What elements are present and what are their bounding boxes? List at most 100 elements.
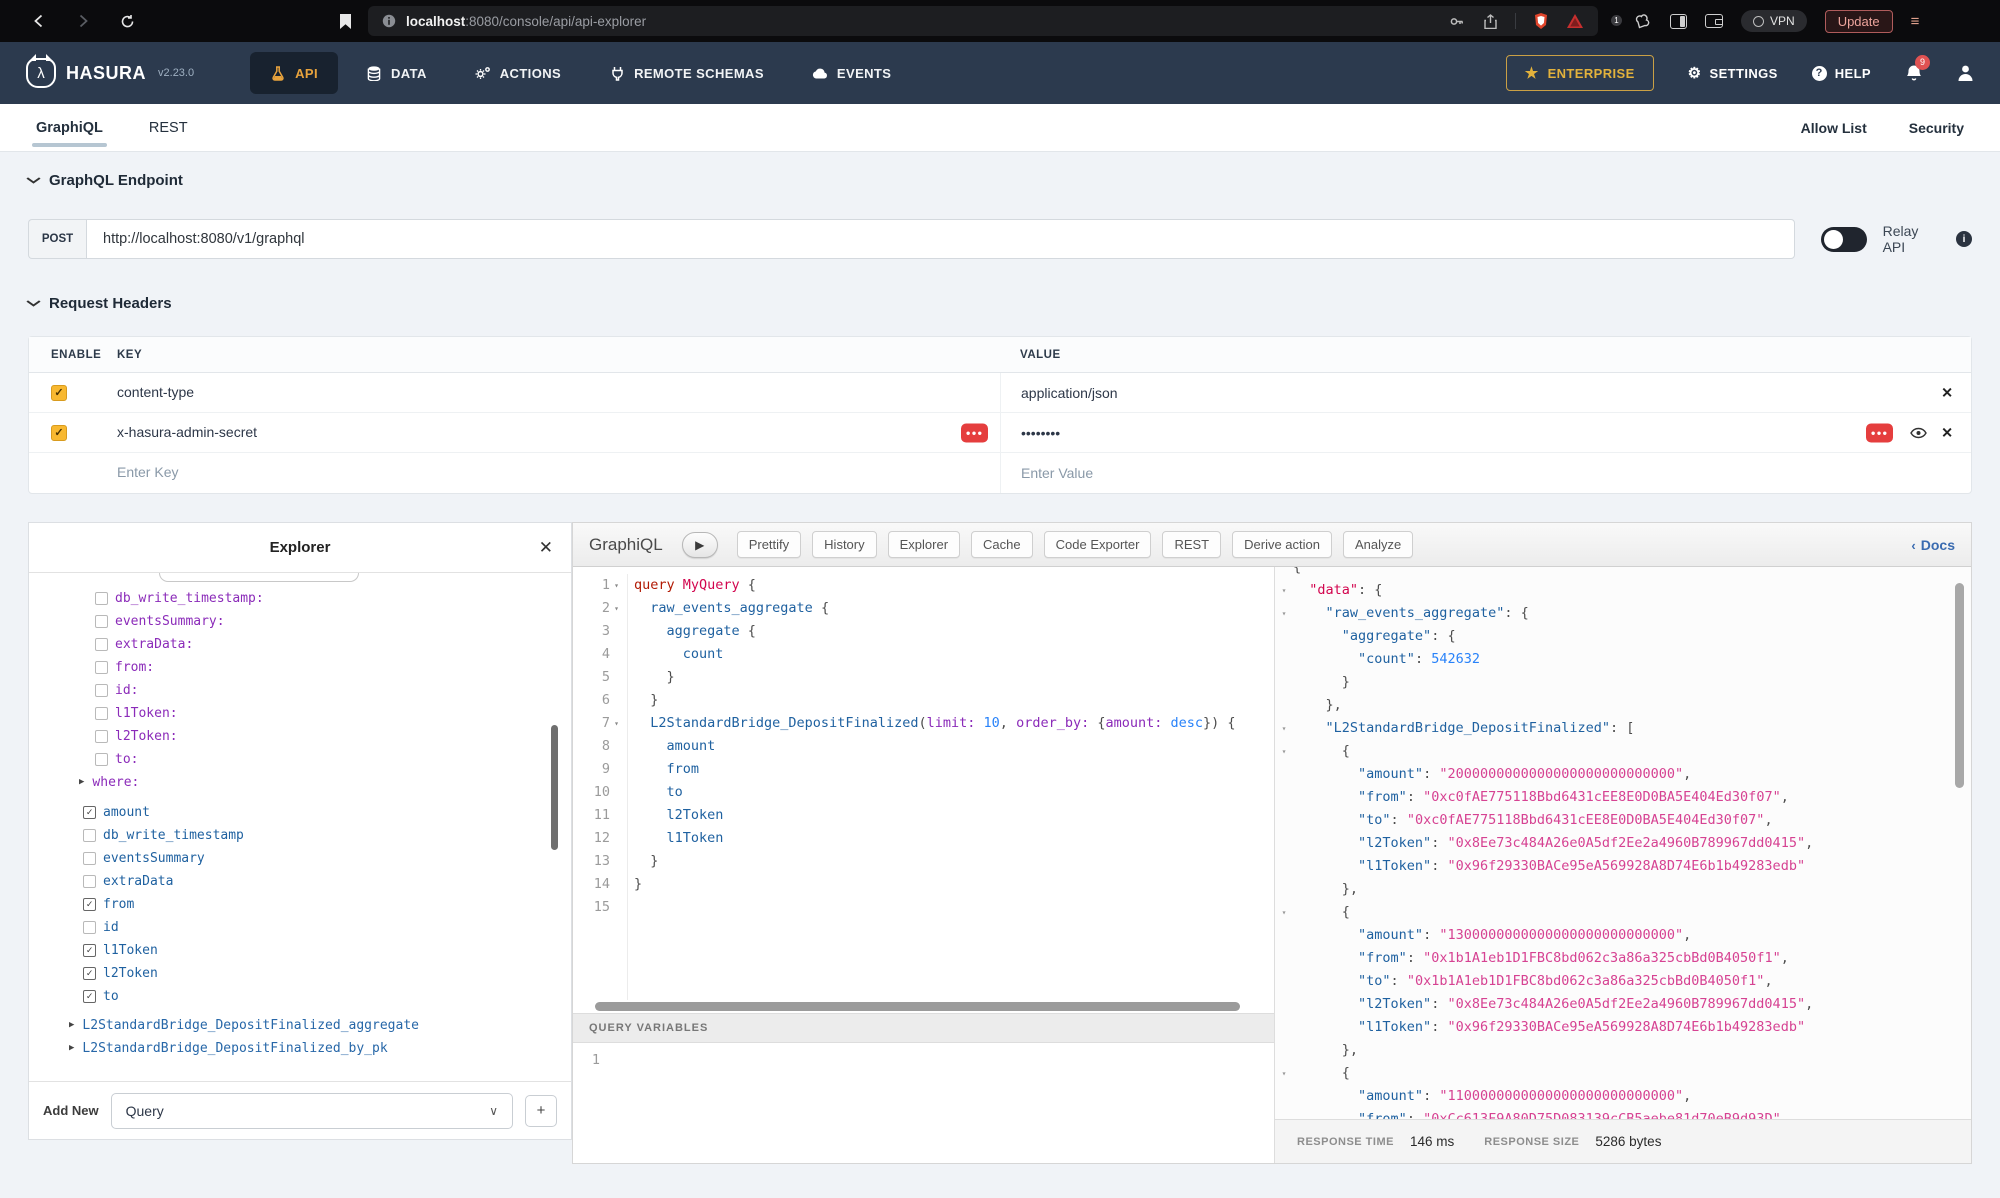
field-checkbox[interactable] — [95, 707, 108, 720]
explorer-expandable-item[interactable]: ▶L2StandardBridge_DepositFinalized_aggre… — [29, 1014, 571, 1037]
profile-button[interactable] — [1957, 64, 1974, 82]
field-checkbox[interactable]: ✓ — [83, 806, 96, 819]
masked-dots-badge[interactable]: ●●● — [961, 423, 988, 442]
explorer-field-item[interactable]: ✓l2Token — [29, 962, 571, 985]
new-key-input[interactable]: Enter Key — [117, 464, 178, 480]
explorer-arg-item[interactable]: to: — [29, 748, 571, 771]
horizontal-scrollbar[interactable] — [573, 1000, 1274, 1013]
toolbar-button-history[interactable]: History — [812, 531, 876, 558]
field-checkbox[interactable] — [95, 592, 108, 605]
header-key-input[interactable]: x-hasura-admin-secret — [117, 424, 257, 440]
nav-item-actions[interactable]: ACTIONS — [455, 52, 581, 94]
key-icon[interactable] — [1447, 12, 1465, 30]
toolbar-button-derive-action[interactable]: Derive action — [1232, 531, 1332, 558]
response-scrollbar[interactable] — [1955, 583, 1964, 788]
brave-shield-icon[interactable] — [1532, 12, 1550, 30]
reload-icon[interactable] — [118, 12, 136, 30]
graphql-endpoint-section-header[interactable]: GraphQL Endpoint — [28, 172, 1972, 189]
security-link[interactable]: Security — [1909, 120, 1964, 136]
relay-api-toggle[interactable] — [1821, 227, 1867, 252]
toolbar-button-rest[interactable]: REST — [1162, 531, 1221, 558]
add-new-select[interactable]: Query ∨ — [111, 1093, 513, 1129]
remove-header-icon[interactable]: ✕ — [1941, 384, 1953, 401]
toolbar-button-prettify[interactable]: Prettify — [737, 531, 801, 558]
field-checkbox[interactable] — [95, 730, 108, 743]
execute-query-button[interactable]: ▶ — [682, 532, 718, 558]
url-bar[interactable]: localhost:8080/console/api/api-explorer — [368, 6, 1598, 36]
forward-icon[interactable] — [74, 12, 92, 30]
wallet-icon[interactable] — [1705, 14, 1723, 28]
query-variables-header[interactable]: QUERY VARIABLES — [573, 1013, 1274, 1043]
menu-icon[interactable]: ≡ — [1911, 13, 1921, 30]
update-button[interactable]: Update — [1825, 10, 1893, 33]
share-icon[interactable] — [1481, 12, 1499, 30]
docs-button[interactable]: ‹Docs — [1911, 537, 1955, 553]
field-checkbox[interactable]: ✓ — [83, 898, 96, 911]
header-value-input[interactable]: •••••••• — [1021, 425, 1060, 441]
toolbar-button-cache[interactable]: Cache — [971, 531, 1033, 558]
field-checkbox[interactable]: ✓ — [83, 944, 96, 957]
extension-icon[interactable] — [1634, 12, 1652, 30]
help-button[interactable]: ? HELP — [1812, 66, 1871, 81]
header-value-input[interactable]: application/json — [1021, 385, 1118, 401]
nav-item-data[interactable]: DATA — [346, 52, 447, 94]
masked-dots-badge[interactable]: ●●● — [1866, 423, 1893, 442]
toolbar-button-explorer[interactable]: Explorer — [888, 531, 960, 558]
explorer-where-item[interactable]: ▶ where: — [29, 771, 571, 794]
explorer-scrollbar[interactable] — [551, 725, 558, 850]
field-checkbox[interactable] — [83, 852, 96, 865]
field-checkbox[interactable] — [95, 661, 108, 674]
field-checkbox[interactable] — [83, 829, 96, 842]
toolbar-button-analyze[interactable]: Analyze — [1343, 531, 1413, 558]
remove-header-icon[interactable]: ✕ — [1941, 424, 1953, 441]
bookmark-icon[interactable] — [336, 12, 354, 30]
field-checkbox[interactable] — [95, 753, 108, 766]
field-checkbox[interactable] — [83, 875, 96, 888]
explorer-expandable-item[interactable]: ▶L2StandardBridge_DepositFinalized_by_pk — [29, 1037, 571, 1060]
nav-item-api[interactable]: API — [250, 52, 338, 94]
field-checkbox[interactable] — [95, 684, 108, 697]
vpn-button[interactable]: VPN — [1741, 10, 1807, 32]
settings-button[interactable]: ⚙ SETTINGS — [1688, 64, 1778, 82]
tab-graphiql[interactable]: GraphiQL — [36, 104, 103, 151]
site-info-icon[interactable] — [382, 12, 396, 30]
notifications-button[interactable]: 9 — [1905, 64, 1923, 83]
header-key-input[interactable]: content-type — [117, 384, 194, 400]
hasura-logo[interactable]: λ HASURA v2.23.0 — [26, 58, 194, 88]
explorer-field-item[interactable]: id — [29, 916, 571, 939]
field-checkbox[interactable]: ✓ — [83, 967, 96, 980]
explorer-field-item[interactable]: db_write_timestamp — [29, 824, 571, 847]
explorer-field-item[interactable]: ✓amount — [29, 801, 571, 824]
field-checkbox[interactable]: ✓ — [83, 990, 96, 1003]
tab-rest[interactable]: REST — [149, 104, 188, 151]
explorer-arg-item[interactable]: from: — [29, 656, 571, 679]
new-value-input[interactable]: Enter Value — [1021, 465, 1093, 481]
enable-checkbox[interactable]: ✓ — [51, 385, 67, 401]
explorer-arg-item[interactable]: l1Token: — [29, 702, 571, 725]
enable-checkbox[interactable]: ✓ — [51, 425, 67, 441]
explorer-arg-item[interactable]: eventsSummary: — [29, 610, 571, 633]
endpoint-url-input[interactable]: http://localhost:8080/v1/graphql — [86, 219, 1795, 259]
field-checkbox[interactable] — [95, 638, 108, 651]
close-explorer-icon[interactable]: ✕ — [539, 538, 553, 558]
info-icon[interactable]: i — [1956, 231, 1972, 247]
back-icon[interactable] — [30, 12, 48, 30]
nav-item-events[interactable]: EVENTS — [792, 52, 911, 94]
explorer-field-item[interactable]: ✓l1Token — [29, 939, 571, 962]
explorer-field-item[interactable]: eventsSummary — [29, 847, 571, 870]
field-checkbox[interactable] — [95, 615, 108, 628]
field-checkbox[interactable] — [83, 921, 96, 934]
response-viewer[interactable]: {▾ "data": {▾ "raw_events_aggregate": { … — [1275, 567, 1971, 1119]
explorer-field-item[interactable]: ✓to — [29, 985, 571, 1008]
sidebar-toggle-icon[interactable] — [1670, 14, 1687, 29]
explorer-field-item[interactable]: ✓from — [29, 893, 571, 916]
query-editor[interactable]: 1▾2▾34567▾89101112131415 query MyQuery {… — [573, 567, 1274, 1000]
explorer-arg-item[interactable]: db_write_timestamp: — [29, 587, 571, 610]
allow-list-link[interactable]: Allow List — [1801, 120, 1867, 136]
toolbar-button-code-exporter[interactable]: Code Exporter — [1044, 531, 1152, 558]
explorer-arg-item[interactable]: l2Token: — [29, 725, 571, 748]
add-query-button[interactable]: + — [525, 1095, 557, 1127]
explorer-field-item[interactable]: extraData — [29, 870, 571, 893]
explorer-arg-item[interactable]: id: — [29, 679, 571, 702]
reveal-eye-icon[interactable] — [1910, 427, 1927, 438]
